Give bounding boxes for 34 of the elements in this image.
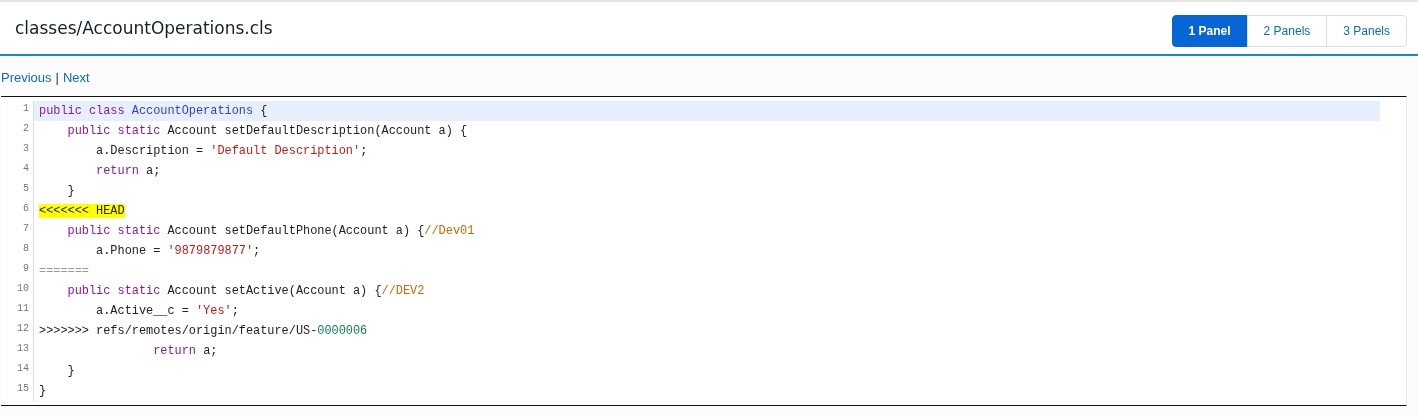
- line-number: 11: [1, 301, 34, 321]
- previous-link[interactable]: Previous: [1, 70, 52, 85]
- code-line: return a;: [152, 343, 219, 360]
- code-line: public static Account setDefaultPhone(Account a) {//Dev01: [66, 223, 476, 240]
- code-line: }: [66, 183, 76, 200]
- panel-layout-button[interactable]: 1 Panel: [1171, 14, 1248, 47]
- code-line: return a;: [95, 163, 162, 180]
- code-line: }: [66, 363, 76, 380]
- code-line: a.Description = 'Default Description';: [95, 143, 369, 160]
- code-line: public static Account setActive(Account a) {//DEV2: [66, 283, 426, 300]
- line-number: 8: [1, 241, 34, 261]
- code-line: a.Active__c = 'Yes';: [95, 303, 240, 320]
- code-line: a.Phone = '9879879877';: [95, 243, 262, 260]
- code-line: >>>>>>> refs/remotes/origin/feature/US-0000006: [38, 323, 369, 340]
- line-number: 10: [1, 281, 34, 301]
- panel-layout-button[interactable]: 2 Panels: [1246, 14, 1328, 47]
- line-number: 2: [1, 121, 34, 141]
- line-number: 3: [1, 141, 34, 161]
- next-link[interactable]: Next: [62, 70, 90, 85]
- code-line: }: [38, 383, 48, 400]
- line-number: 4: [1, 161, 34, 181]
- file-title: classes/AccountOperations.cls: [15, 18, 273, 38]
- link-separator: |: [55, 70, 59, 85]
- line-number: 12: [1, 321, 34, 341]
- line-number: 6: [1, 201, 34, 221]
- panel-layout-button[interactable]: 3 Panels: [1326, 14, 1407, 47]
- line-number: 5: [1, 181, 34, 201]
- line-number: 15: [1, 381, 34, 401]
- line-number: 7: [1, 221, 34, 241]
- code-line: =======: [38, 263, 90, 280]
- line-number: 9: [1, 261, 34, 281]
- code-line: public static Account setDefaultDescription(Account a) {: [66, 123, 469, 140]
- line-number: 14: [1, 361, 34, 381]
- line-number: 13: [1, 341, 34, 361]
